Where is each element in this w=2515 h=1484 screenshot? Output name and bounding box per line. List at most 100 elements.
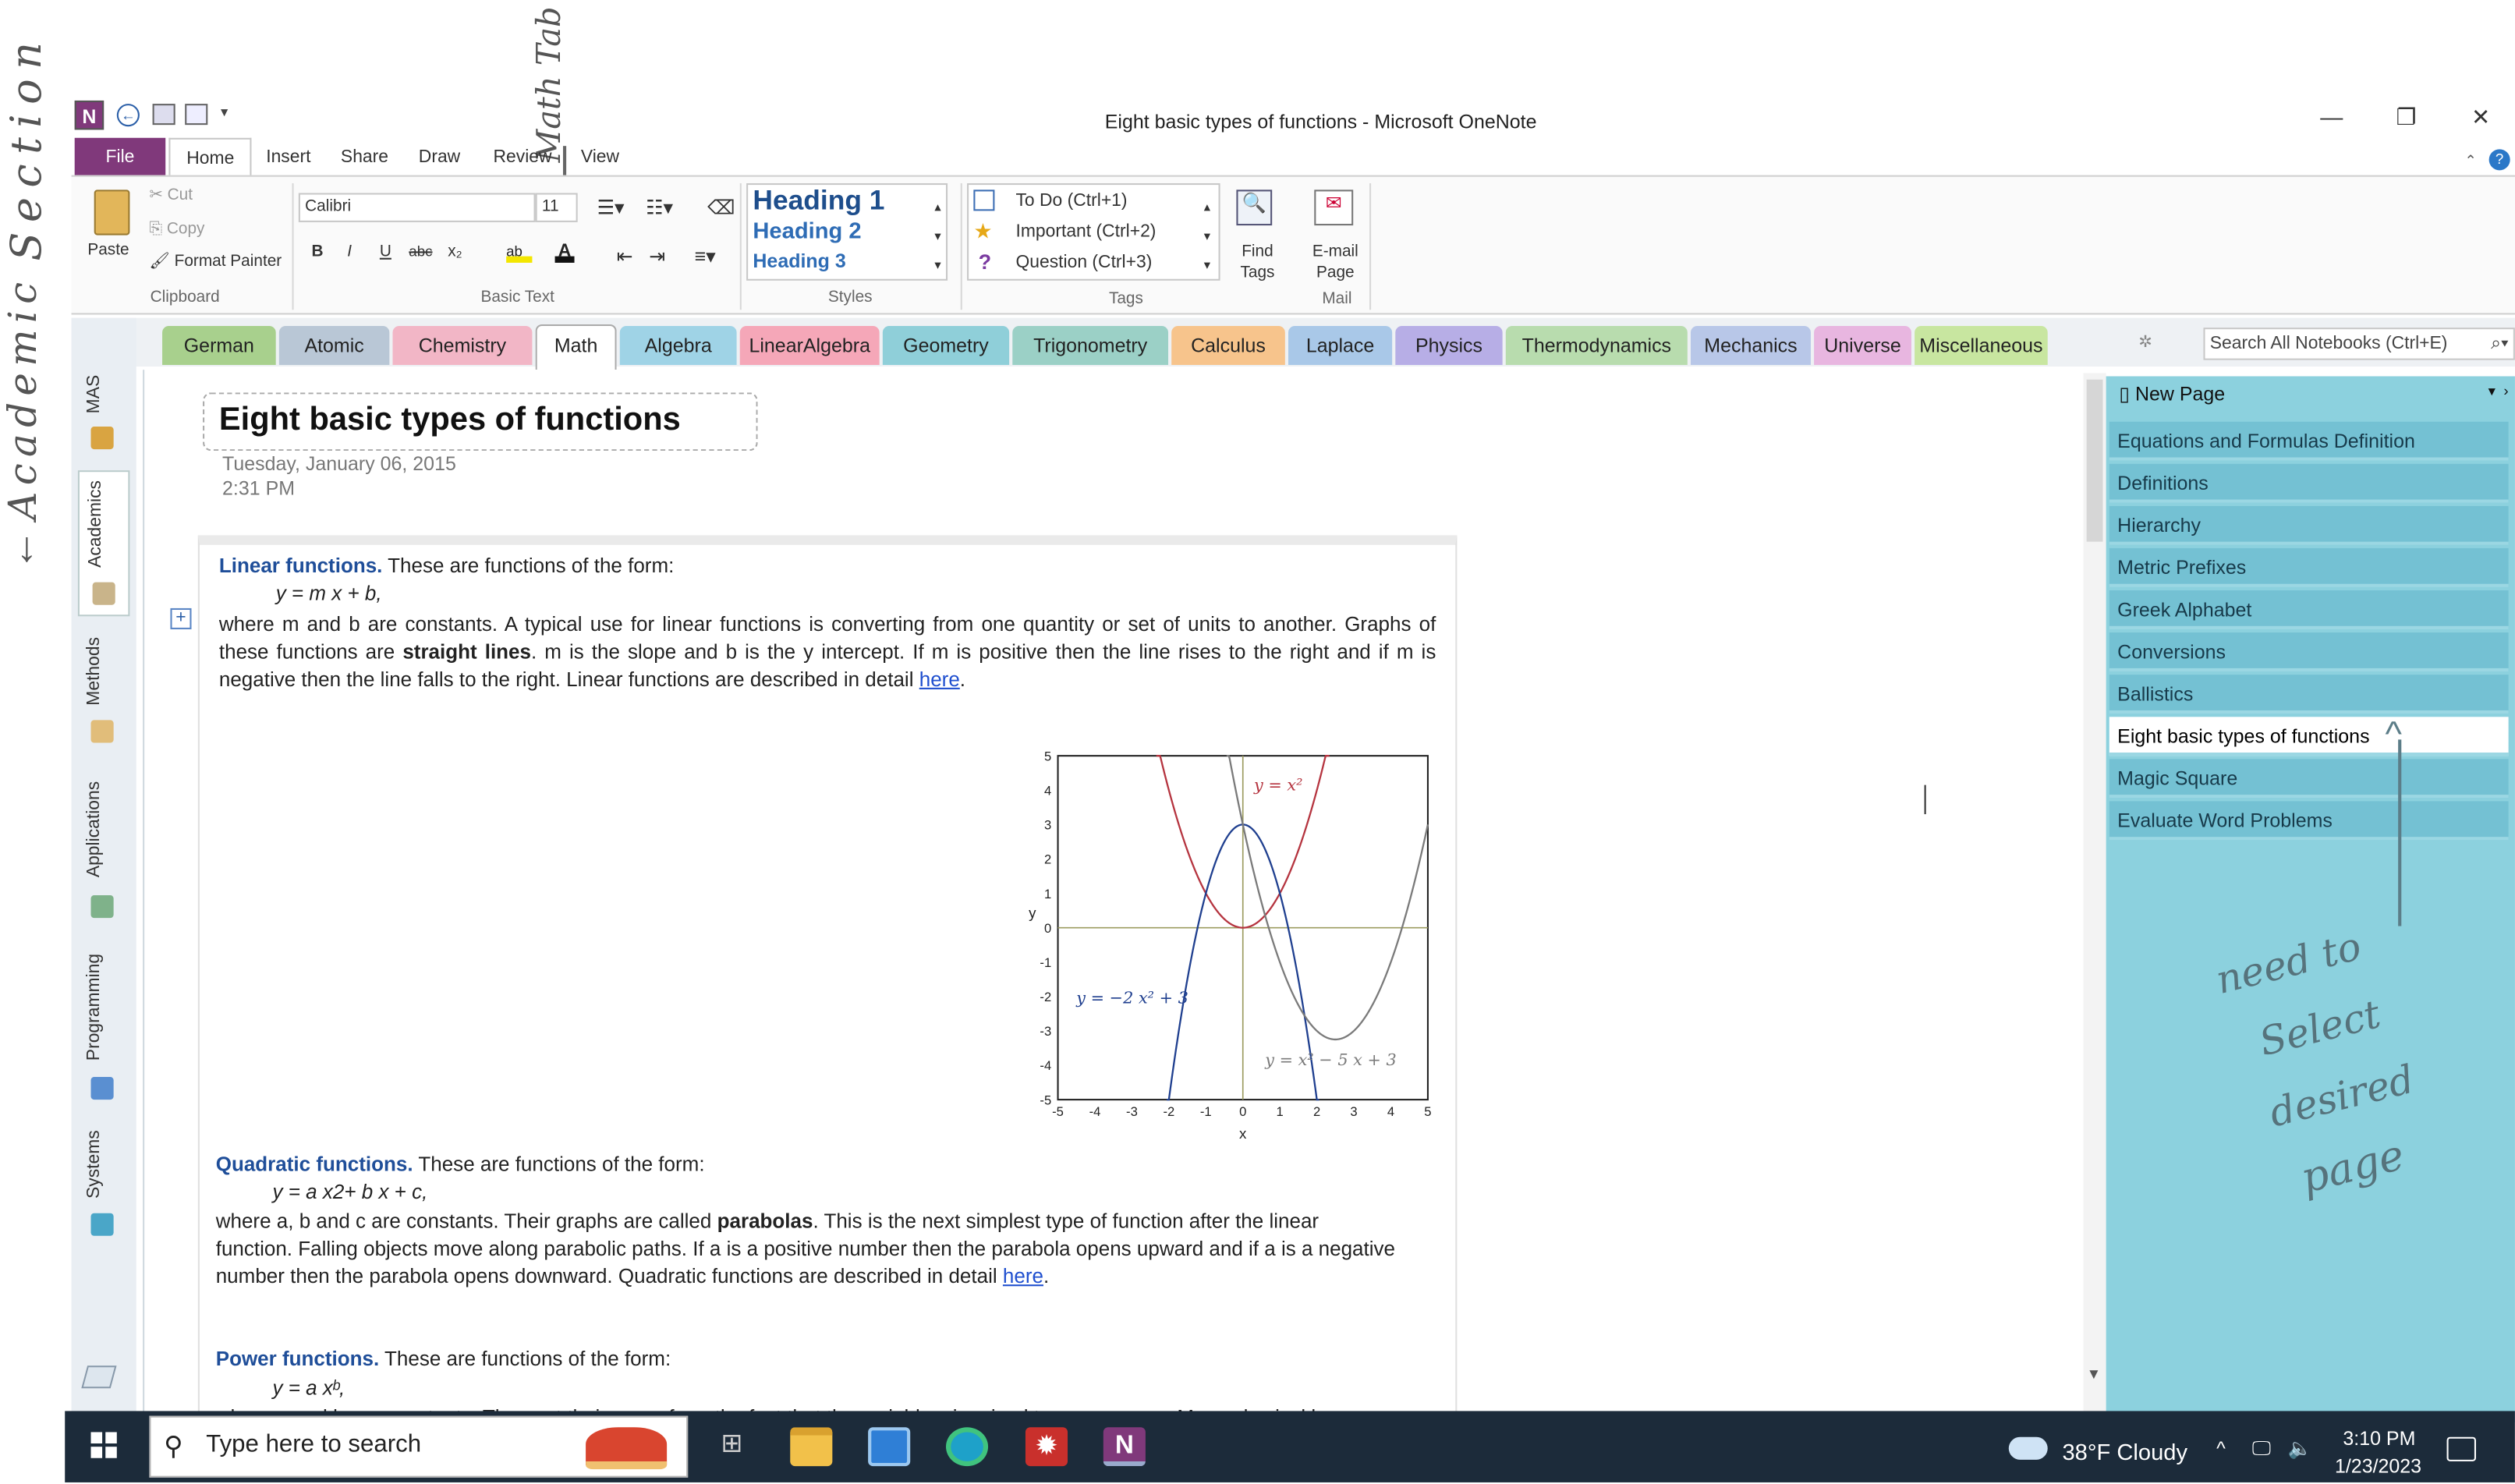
- page-scrollbar[interactable]: ▼: [2083, 373, 2106, 1419]
- font-name-select[interactable]: Calibri: [298, 193, 536, 222]
- notebook-academics[interactable]: Academics: [77, 470, 130, 617]
- close-button[interactable]: ✕: [2457, 104, 2505, 140]
- expand-outline-icon[interactable]: +: [170, 607, 192, 629]
- page-tab-magic-square[interactable]: Magic Square: [2109, 759, 2509, 799]
- page-tab-eight-basic-types-of-functions[interactable]: Eight basic types of functions: [2109, 717, 2509, 756]
- outdent-icon[interactable]: ⇤: [617, 245, 633, 267]
- tab-file[interactable]: File: [74, 137, 166, 177]
- dock-icon[interactable]: [152, 104, 175, 126]
- clock-date[interactable]: 1/23/2023: [2335, 1455, 2421, 1478]
- tab-draw[interactable]: Draw: [402, 138, 476, 177]
- find-tags-button[interactable]: Find Tags: [1240, 242, 1276, 284]
- settings-gear-app-icon[interactable]: ✹: [1025, 1427, 1068, 1467]
- underline-button[interactable]: U: [380, 243, 391, 261]
- bold-button[interactable]: B: [311, 243, 323, 261]
- page-tab-equations-and-formulas-definition[interactable]: Equations and Formulas Definition: [2109, 421, 2509, 461]
- volume-icon[interactable]: 🔈: [2288, 1437, 2312, 1460]
- paste-icon[interactable]: [94, 189, 130, 236]
- notebook-applications[interactable]: Applications: [84, 772, 123, 921]
- section-tab-geometry[interactable]: Geometry: [882, 326, 1010, 365]
- scroll-down-icon[interactable]: ▼: [2087, 1365, 2102, 1382]
- page-sort-dropdown-icon[interactable]: ▾ ›: [2488, 383, 2509, 401]
- heading3-style[interactable]: Heading 3: [753, 250, 845, 272]
- todo-tag[interactable]: To Do (Ctrl+1): [1015, 191, 1127, 211]
- question-tag[interactable]: Question (Ctrl+3): [1015, 253, 1152, 272]
- notebook-programming[interactable]: Programming: [84, 947, 123, 1103]
- section-tab-math[interactable]: Math: [535, 324, 617, 370]
- strikethrough-button[interactable]: abc: [409, 243, 432, 260]
- section-tab-algebra[interactable]: Algebra: [619, 326, 737, 365]
- section-tab-german[interactable]: German: [162, 326, 276, 365]
- tab-insert[interactable]: Insert: [250, 138, 327, 177]
- indent-icon[interactable]: ⇥: [649, 245, 665, 267]
- notification-center-icon[interactable]: [2446, 1436, 2476, 1461]
- section-tab-trigonometry[interactable]: Trigonometry: [1012, 326, 1169, 365]
- onenote-taskbar-icon[interactable]: N: [1103, 1427, 1146, 1467]
- file-explorer-icon[interactable]: [790, 1427, 833, 1467]
- page-tab-definitions[interactable]: Definitions: [2109, 463, 2509, 503]
- bullets-icon[interactable]: ☰▾: [597, 197, 625, 219]
- format-painter-button[interactable]: 🖌 Format Painter: [149, 253, 282, 271]
- search-notebooks-input[interactable]: Search All Notebooks (Ctrl+E) ⌕▾: [2203, 328, 2515, 360]
- notebook-mas[interactable]: MAS: [84, 370, 123, 454]
- minimize-button[interactable]: —: [2308, 104, 2356, 140]
- email-page-button[interactable]: E-mail Page: [1308, 242, 1363, 284]
- network-icon[interactable]: 🖵: [2252, 1437, 2271, 1461]
- highlight-icon[interactable]: ab: [506, 243, 533, 263]
- page-tab-hierarchy[interactable]: Hierarchy: [2109, 505, 2509, 545]
- font-color-icon[interactable]: A: [554, 242, 575, 263]
- onenote-app-icon[interactable]: N: [74, 100, 104, 130]
- page-title[interactable]: Eight basic types of functions: [219, 402, 681, 440]
- paste-button[interactable]: Paste: [87, 242, 129, 260]
- weather-cloud-icon[interactable]: [2008, 1436, 2048, 1460]
- new-page-button[interactable]: ▯ New Page ▾ ›: [2119, 383, 2508, 406]
- back-icon[interactable]: ←: [116, 104, 140, 127]
- section-tab-chemistry[interactable]: Chemistry: [392, 326, 533, 365]
- qat-dropdown-icon[interactable]: ▾: [221, 104, 228, 122]
- section-tab-atomic[interactable]: Atomic: [278, 326, 390, 365]
- notebook-methods[interactable]: Methods: [84, 632, 123, 749]
- section-tab-universe[interactable]: Universe: [1814, 326, 1911, 365]
- tray-chevron-icon[interactable]: ^: [2216, 1437, 2226, 1460]
- tab-review[interactable]: Review: [477, 138, 569, 177]
- page-tab-greek-alphabet[interactable]: Greek Alphabet: [2109, 590, 2509, 629]
- cut-button[interactable]: ✂ Cut: [149, 186, 193, 204]
- page-tab-evaluate-word-problems[interactable]: Evaluate Word Problems: [2109, 801, 2509, 841]
- calendar-app-icon[interactable]: [868, 1427, 911, 1467]
- section-tab-mechanics[interactable]: Mechanics: [1690, 326, 1811, 365]
- section-tab-linearalgebra[interactable]: LinearAlgebra: [739, 326, 880, 365]
- page-tab-metric-prefixes[interactable]: Metric Prefixes: [2109, 547, 2509, 587]
- task-view-icon[interactable]: ⊞: [710, 1427, 753, 1466]
- numbering-icon[interactable]: ☷▾: [646, 197, 673, 219]
- tab-view[interactable]: View: [565, 138, 636, 177]
- tab-share[interactable]: Share: [324, 138, 405, 177]
- copy-button[interactable]: ⎘ Copy: [149, 221, 204, 239]
- new-section-icon[interactable]: ✲: [2138, 334, 2152, 352]
- section-tab-physics[interactable]: Physics: [1395, 326, 1503, 365]
- subscript-button[interactable]: x₂: [448, 243, 462, 261]
- page-tab-conversions[interactable]: Conversions: [2109, 632, 2509, 672]
- important-tag[interactable]: Important (Ctrl+2): [1015, 222, 1156, 242]
- font-size-select[interactable]: 11: [535, 193, 578, 222]
- weather-status[interactable]: 38°F Cloudy: [2062, 1439, 2187, 1465]
- notebook-systems[interactable]: Systems: [84, 1125, 123, 1242]
- tags-scroll-icon[interactable]: ▴ ▾ ▾: [1204, 193, 1210, 280]
- tab-home[interactable]: Home: [168, 137, 253, 177]
- italic-button[interactable]: I: [347, 243, 352, 261]
- align-icon[interactable]: ≡▾: [694, 245, 715, 267]
- clock-time[interactable]: 3:10 PM: [2343, 1427, 2415, 1450]
- styles-scroll-icon[interactable]: ▴ ▾ ▾: [934, 193, 940, 280]
- page-tab-ballistics[interactable]: Ballistics: [2109, 675, 2509, 714]
- section-tab-calculus[interactable]: Calculus: [1171, 326, 1285, 365]
- quadratic-here-link[interactable]: here: [1003, 1265, 1043, 1287]
- fullpage-icon[interactable]: [185, 104, 208, 126]
- scrollbar-thumb[interactable]: [2086, 379, 2103, 542]
- heading2-style[interactable]: Heading 2: [753, 218, 861, 243]
- quick-notes-icon[interactable]: [81, 1365, 117, 1389]
- maximize-button[interactable]: ❐: [2382, 104, 2430, 140]
- clear-format-icon[interactable]: ⌫: [707, 197, 735, 219]
- heading1-style[interactable]: Heading 1: [753, 185, 884, 218]
- linear-here-link[interactable]: here: [919, 668, 960, 691]
- section-tab-miscellaneous[interactable]: Miscellaneous: [1915, 326, 2048, 365]
- edge-browser-icon[interactable]: [945, 1427, 989, 1467]
